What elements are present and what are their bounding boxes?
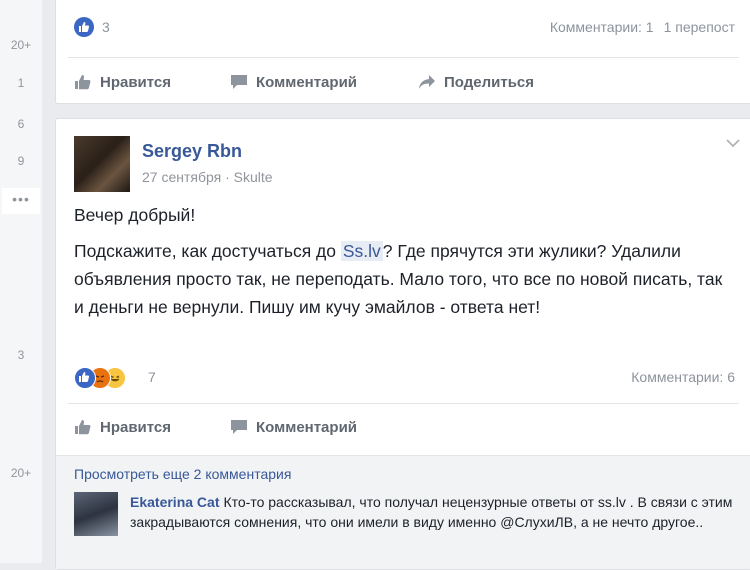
reaction-count[interactable]: 7 bbox=[148, 369, 156, 385]
view-more-comments-link[interactable]: Просмотреть еще 2 комментария bbox=[74, 466, 291, 482]
post-text-part: Подскажите, как достучаться до bbox=[74, 241, 341, 261]
comment-button-label: Комментарий bbox=[256, 73, 358, 91]
shares-count-link[interactable]: 1 перепост bbox=[664, 19, 735, 35]
chevron-down-icon[interactable] bbox=[723, 133, 743, 153]
divider bbox=[68, 403, 739, 404]
post-stats-row: 3 Комментарии: 1 1 перепост bbox=[56, 17, 750, 51]
author-avatar[interactable] bbox=[74, 136, 130, 192]
like-button[interactable]: Нравится bbox=[74, 62, 171, 102]
like-button-label: Нравится bbox=[100, 73, 172, 91]
meta-separator: · bbox=[225, 169, 230, 185]
reactions-summary[interactable] bbox=[74, 367, 144, 389]
post-actions-bar: Нравится Комментарий Поделиться bbox=[56, 62, 750, 102]
gutter-count: 20+ bbox=[10, 38, 32, 52]
comment-button[interactable]: Комментарий bbox=[230, 62, 357, 102]
post-card: Sergey Rbn 27 сентября · Skulte Вечер до… bbox=[55, 118, 750, 570]
divider bbox=[68, 57, 739, 58]
comment-button-label: Комментарий bbox=[256, 418, 358, 436]
comment-icon bbox=[231, 75, 247, 89]
comments-count-link[interactable]: Комментарии: 1 bbox=[550, 19, 654, 35]
more-options-button[interactable]: ••• bbox=[2, 188, 40, 214]
post-actions-bar: Нравится Комментарий bbox=[56, 407, 750, 447]
post-card-previous: 3 Комментарии: 1 1 перепост Нравится Комм… bbox=[55, 0, 750, 104]
like-icon bbox=[75, 420, 91, 435]
ss-lv-link[interactable]: Ss.lv bbox=[340, 241, 383, 261]
like-button[interactable]: Нравится bbox=[74, 407, 171, 447]
gutter-count: 20+ bbox=[10, 466, 32, 480]
like-reaction-icon bbox=[74, 367, 96, 389]
like-button-label: Нравится bbox=[100, 418, 172, 436]
post-meta-counts: Комментарии: 1 1 перепост bbox=[550, 19, 735, 35]
gutter-count: 9 bbox=[17, 154, 25, 168]
like-icon bbox=[75, 75, 91, 90]
comment-text: Кто-то рассказывал, что получал нецензур… bbox=[130, 494, 733, 530]
post-location-link[interactable]: Skulte bbox=[234, 169, 273, 185]
gutter-count: 3 bbox=[17, 348, 25, 362]
comment-item: Ekaterina Cat Кто-то рассказывал, что пол… bbox=[130, 492, 733, 532]
left-gutter: 20+ 1 6 9 ••• 3 20+ bbox=[0, 0, 42, 563]
like-count[interactable]: 3 bbox=[102, 19, 110, 35]
post-text: Вечер добрый! Подскажите, как достучатьс… bbox=[74, 201, 735, 329]
post-date-link[interactable]: 27 сентября bbox=[142, 169, 221, 185]
share-button[interactable]: Поделиться bbox=[418, 62, 534, 102]
gutter-count: 6 bbox=[17, 117, 25, 131]
commenter-name[interactable]: Ekaterina Cat bbox=[130, 494, 219, 510]
post-meta: 27 сентября · Skulte bbox=[142, 169, 273, 185]
share-button-label: Поделиться bbox=[444, 73, 535, 91]
gutter-count: 1 bbox=[17, 76, 25, 90]
comments-section: Просмотреть еще 2 комментария Ekaterina … bbox=[56, 455, 750, 569]
comment-button[interactable]: Комментарий bbox=[230, 407, 357, 447]
like-icon bbox=[74, 17, 94, 37]
post-author-name[interactable]: Sergey Rbn bbox=[142, 141, 242, 162]
share-icon bbox=[419, 75, 435, 89]
post-paragraph: Подскажите, как достучаться до Ss.lv? Гд… bbox=[74, 237, 735, 321]
post-greeting: Вечер добрый! bbox=[74, 205, 196, 225]
commenter-avatar[interactable] bbox=[74, 492, 118, 536]
comments-count-link[interactable]: Комментарии: 6 bbox=[631, 369, 735, 385]
comment-icon bbox=[231, 420, 247, 434]
